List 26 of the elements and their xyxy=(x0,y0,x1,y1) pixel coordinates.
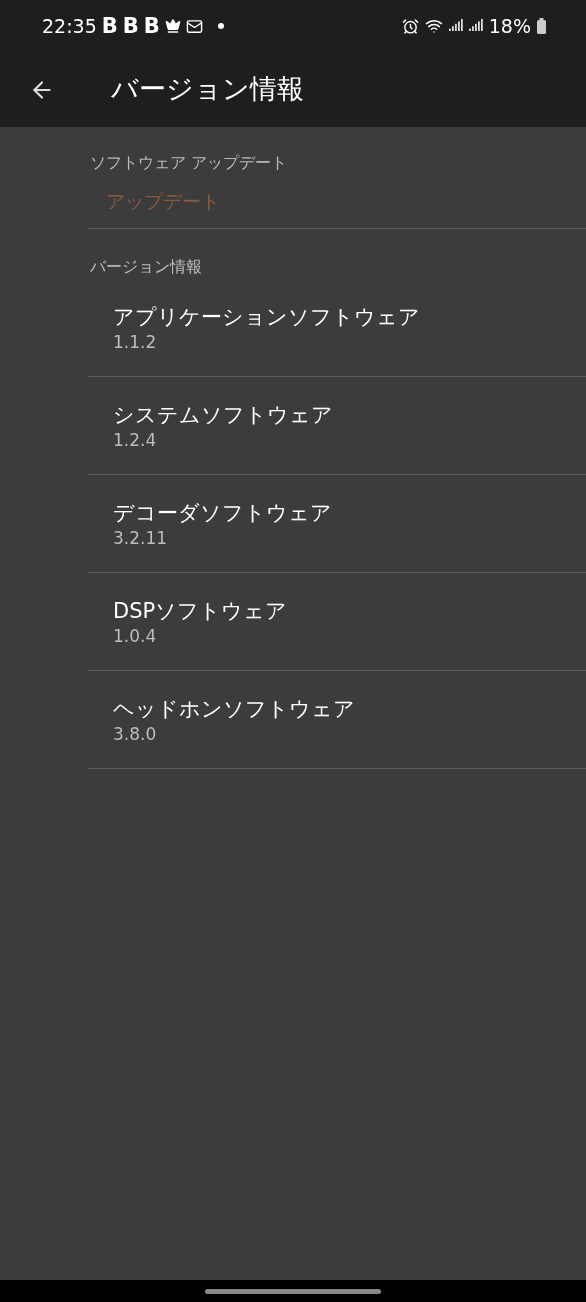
wifi-icon xyxy=(424,17,443,35)
battery-percent: 18% xyxy=(488,13,531,39)
version-number: 1.0.4 xyxy=(113,624,158,647)
alarm-icon xyxy=(401,17,419,35)
notification-letter: B xyxy=(143,15,160,37)
software-name: DSPソフトウェア xyxy=(113,597,289,625)
notification-letter: B xyxy=(122,15,139,37)
mail-icon xyxy=(185,17,203,35)
signal-icon xyxy=(448,19,463,33)
section-header: バージョン情報 xyxy=(89,255,203,278)
software-name: システムソフトウェア xyxy=(113,401,334,429)
home-handle[interactable] xyxy=(205,1288,381,1294)
software-name: ヘッドホンソフトウェア xyxy=(113,695,356,723)
section-header: ソフトウェア アップデート xyxy=(89,152,289,174)
version-number: 1.1.2 xyxy=(113,330,158,353)
version-number: 3.8.0 xyxy=(113,722,158,745)
signal-icon xyxy=(468,19,483,33)
version-number: 3.2.11 xyxy=(113,526,169,549)
crown-icon xyxy=(164,18,181,34)
page-title: バージョン情報 xyxy=(111,72,304,107)
software-name: デコーダソフトウェア xyxy=(113,499,333,527)
notification-letter: B xyxy=(101,15,118,37)
battery-icon xyxy=(537,18,546,34)
status-time: 22:35 xyxy=(42,13,97,39)
version-number: 1.2.4 xyxy=(113,428,158,451)
software-name: アプリケーションソフトウェア xyxy=(113,303,421,331)
